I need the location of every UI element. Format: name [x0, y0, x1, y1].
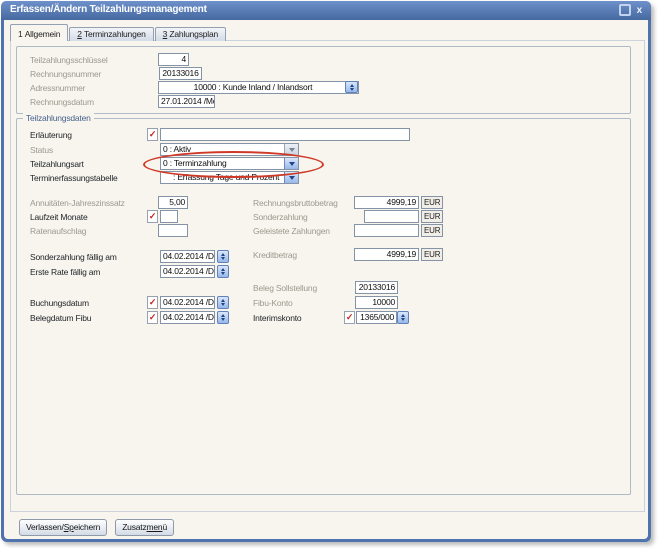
titlebar-icons: x [619, 4, 642, 16]
zusatzmenu-button[interactable]: Zusatzmenü [115, 519, 174, 536]
tab-allgemein[interactable]: 1 Allgemein [10, 24, 68, 41]
dialog-window: Erfassen/Ändern Teilzahlungsmanagement x… [1, 1, 651, 542]
footer-button-bar: Verlassen/Speichern Zusatzmenü [19, 519, 174, 536]
title-bar[interactable]: Erfassen/Ändern Teilzahlungsmanagement x [1, 1, 651, 20]
verlassen-speichern-button[interactable]: Verlassen/Speichern [19, 519, 107, 536]
window-title: Erfassen/Ändern Teilzahlungsmanagement [10, 4, 207, 15]
close-icon[interactable]: x [637, 5, 642, 16]
tab-page-panel [10, 40, 645, 512]
tab-terminzahlungen[interactable]: 2 Terminzahlungen [69, 27, 153, 41]
tab-zahlungsplan[interactable]: 3 Zahlungsplan [155, 27, 226, 41]
restore-icon[interactable] [619, 4, 631, 16]
tab-bar: 1 Allgemein 2 Terminzahlungen 3 Zahlungs… [10, 25, 227, 41]
